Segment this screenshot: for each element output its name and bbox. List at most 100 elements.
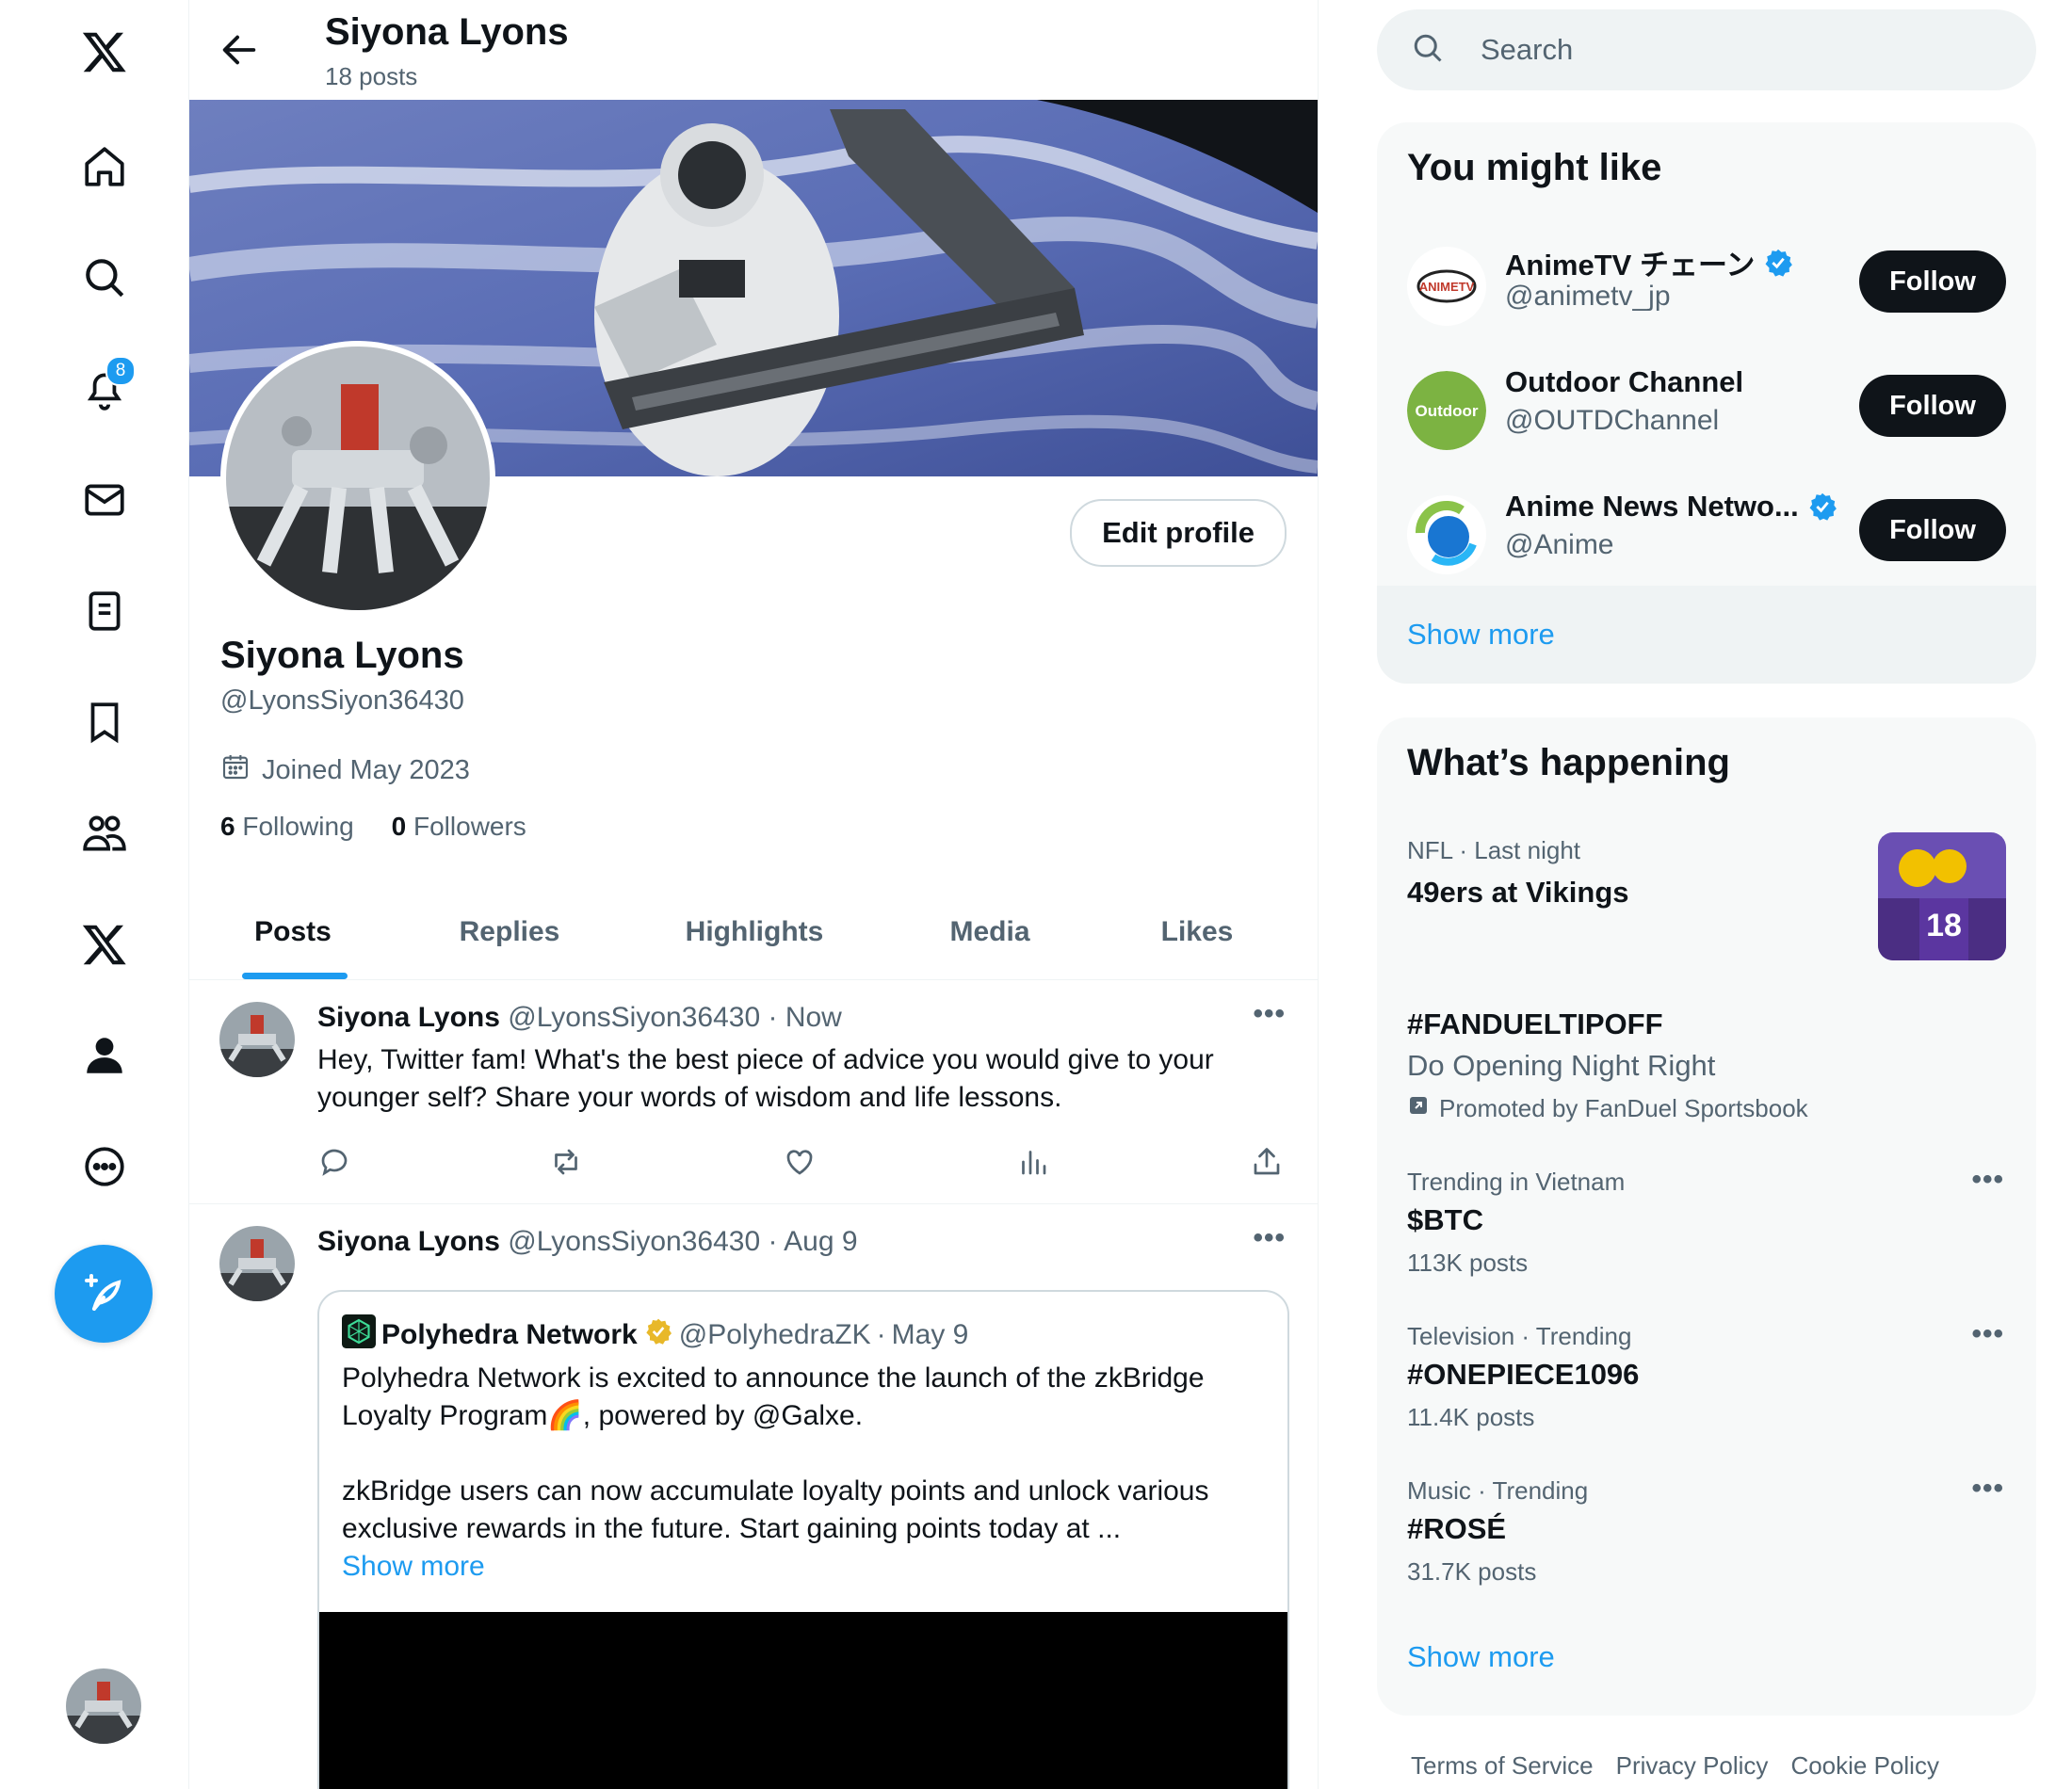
tab-highlights[interactable]: Highlights (623, 885, 886, 979)
suggestion-item[interactable]: ANIMETV AnimeTV チェーン @animetv_jp Follow (1377, 226, 2036, 348)
suggestion-name-text: Outdoor Channel (1505, 365, 1744, 398)
suggestion-avatar[interactable]: Outdoor (1407, 371, 1486, 450)
following-count: 6 (220, 812, 235, 841)
like-icon[interactable] (783, 1145, 820, 1183)
suggestion-handle: @animetv_jp (1505, 281, 1671, 312)
communities-icon[interactable] (66, 795, 143, 872)
trend-item[interactable]: Trending in Vietnam $BTC 113K posts ••• (1377, 1160, 2036, 1314)
suggestion-item[interactable]: Anime News Netwo... @Anime Follow (1377, 475, 2036, 597)
post-handle[interactable]: @LyonsSiyon36430 (508, 1226, 760, 1257)
quote-media[interactable] (319, 1612, 1287, 1789)
x-logo-icon[interactable] (66, 13, 143, 90)
lists-icon[interactable] (66, 572, 143, 650)
svg-text:ANIMETV: ANIMETV (1419, 280, 1475, 294)
suggestion-item[interactable]: Outdoor Outdoor Channel @OUTDChannel Fol… (1377, 350, 2036, 473)
joined-date: Joined May 2023 (262, 754, 470, 785)
follow-button[interactable]: Follow (1859, 499, 2006, 561)
trend-item[interactable]: Television · Trending #ONEPIECE1096 11.4… (1377, 1314, 2036, 1469)
trend-more-icon[interactable]: ••• (1971, 1164, 2004, 1196)
trend-count: 11.4K posts (1407, 1403, 1535, 1431)
quote-text-1: Polyhedra Network is excited to announce… (342, 1362, 1205, 1431)
post-author[interactable]: Siyona Lyons (317, 1226, 500, 1257)
tab-replies[interactable]: Replies (387, 885, 632, 979)
trend-item[interactable]: NFL · Last night 49ers at Vikings 18 (1377, 812, 2036, 1000)
you-might-like-title: You might like (1407, 147, 1662, 188)
followers-count: 0 (391, 812, 407, 841)
post-more-icon[interactable]: ••• (1253, 998, 1286, 1030)
search-input[interactable] (1479, 32, 2010, 68)
trend-more-icon[interactable]: ••• (1971, 1473, 2004, 1505)
left-nav: 8 (0, 0, 188, 1789)
followers-link[interactable]: 0 Followers (392, 812, 526, 842)
footer-links: Terms of Service Privacy Policy Cookie P… (1411, 1751, 1939, 1781)
notifications-icon[interactable]: 8 (66, 350, 143, 427)
terms-link[interactable]: Terms of Service (1411, 1751, 1594, 1781)
trend-meta: Music · Trending (1407, 1476, 1589, 1505)
privacy-link[interactable]: Privacy Policy (1616, 1751, 1769, 1781)
messages-icon[interactable] (66, 461, 143, 539)
post-author[interactable]: Siyona Lyons (317, 1002, 500, 1033)
profile-column: Siyona Lyons 18 posts Edit profile Siyon… (188, 0, 1319, 1789)
trend-item-promoted[interactable]: #FANDUELTIPOFF Do Opening Night Right Pr… (1377, 1000, 2036, 1160)
suggestion-handle: @OUTDChannel (1505, 405, 1720, 436)
quote-show-more-link[interactable]: Show more (342, 1548, 1274, 1586)
post-actions (317, 1145, 1280, 1183)
followers-label: Followers (413, 812, 526, 841)
premium-x-icon[interactable] (66, 906, 143, 983)
right-sidebar: You might like ANIMETV AnimeTV チェーン @ani… (1317, 0, 2072, 1789)
trend-title: #FANDUELTIPOFF (1407, 1007, 1663, 1040)
repost-icon[interactable] (549, 1145, 587, 1183)
tab-media[interactable]: Media (886, 885, 1093, 979)
account-avatar[interactable] (66, 1668, 141, 1744)
tab-likes[interactable]: Likes (1093, 885, 1301, 979)
suggestion-avatar[interactable]: ANIMETV (1407, 247, 1486, 326)
suggestion-name: AnimeTV チェーン (1505, 241, 1794, 283)
follow-button[interactable]: Follow (1859, 250, 2006, 313)
suggestion-name: Anime News Netwo... (1505, 490, 1838, 524)
profile-name: Siyona Lyons (220, 635, 464, 676)
tab-posts[interactable]: Posts (189, 885, 397, 979)
promoted-by: Promoted by FanDuel Sportsbook (1439, 1094, 1808, 1122)
post-header: Siyona Lyons @LyonsSiyon36430 · Now (317, 1002, 842, 1033)
search-icon[interactable] (66, 239, 143, 316)
reply-icon[interactable] (317, 1145, 355, 1183)
promoted-icon (1407, 1094, 1430, 1123)
home-icon[interactable] (66, 128, 143, 205)
trend-subtitle: Do Opening Night Right (1407, 1049, 1716, 1082)
trend-item[interactable]: Music · Trending #ROSÉ 31.7K posts ••• (1377, 1469, 2036, 1623)
post-avatar[interactable] (219, 1226, 295, 1301)
bookmarks-icon[interactable] (66, 684, 143, 761)
trend-more-icon[interactable]: ••• (1971, 1318, 2004, 1350)
post-avatar[interactable] (219, 1002, 295, 1077)
views-icon[interactable] (1016, 1145, 1054, 1183)
follow-button[interactable]: Follow (1859, 375, 2006, 437)
suggestion-avatar[interactable] (1407, 495, 1486, 574)
share-icon[interactable] (1250, 1145, 1287, 1183)
following-link[interactable]: 6 Following (220, 812, 354, 842)
compose-post-button[interactable] (55, 1245, 153, 1343)
quoted-post[interactable]: Polyhedra Network @PolyhedraZK · May 9 P… (317, 1290, 1289, 1789)
suggestions-show-more[interactable]: Show more (1407, 618, 1555, 652)
follow-stats: 6 Following 0 Followers (220, 812, 526, 842)
search-icon (1377, 31, 1445, 70)
back-arrow-icon[interactable] (218, 28, 261, 72)
post-time[interactable]: Now (785, 1002, 842, 1033)
profile-header: Siyona Lyons 18 posts (189, 0, 1318, 100)
profile-avatar[interactable] (220, 341, 495, 616)
post-more-icon[interactable]: ••• (1253, 1222, 1286, 1254)
post-handle[interactable]: @LyonsSiyon36430 (508, 1002, 760, 1033)
trends-show-more[interactable]: Show more (1407, 1640, 1555, 1674)
calendar-icon (220, 751, 251, 789)
suggestion-name-text: Anime News Netwo... (1505, 490, 1799, 523)
more-icon[interactable] (66, 1128, 143, 1205)
cookie-link[interactable]: Cookie Policy (1790, 1751, 1939, 1781)
search-bar[interactable] (1377, 9, 2036, 90)
post[interactable]: Siyona Lyons @LyonsSiyon36430 · Aug 9 ••… (189, 1203, 1318, 1789)
show-more-row[interactable]: Show more (1377, 586, 2036, 684)
trend-thumbnail: 18 (1878, 832, 2006, 960)
edit-profile-button[interactable]: Edit profile (1070, 499, 1287, 567)
post-time[interactable]: Aug 9 (784, 1226, 857, 1257)
profile-icon[interactable] (66, 1017, 143, 1094)
trend-title: 49ers at Vikings (1407, 876, 1629, 909)
post[interactable]: Siyona Lyons @LyonsSiyon36430 · Now ••• … (189, 979, 1318, 1204)
